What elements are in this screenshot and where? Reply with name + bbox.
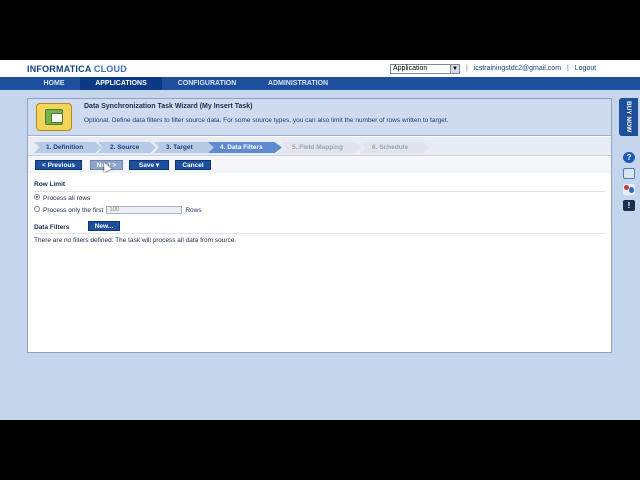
browser-viewport: INFORMATICA CLOUD Application ▼ | icstra…	[0, 60, 640, 420]
step-source[interactable]: 2. Source	[98, 142, 156, 153]
application-select-value: Application	[393, 65, 428, 72]
data-filters-heading: Data Filters	[34, 224, 70, 231]
no-filters-message: There are no filters defined. The task w…	[34, 237, 237, 244]
top-header: INFORMATICA CLOUD Application ▼ | icstra…	[0, 60, 640, 77]
informatica-cloud-logo: INFORMATICA CLOUD	[27, 64, 127, 74]
save-button[interactable]: Save ▾	[129, 160, 169, 170]
wizard-panel: Data Synchronization Task Wizard (My Ins…	[27, 98, 612, 353]
tab-administration[interactable]: ADMINISTRATION	[252, 77, 344, 90]
wizard-toolbar: < Previous Next > Save ▾ Cancel	[28, 157, 611, 173]
data-sync-icon-shape	[51, 113, 63, 123]
logo-product: CLOUD	[93, 64, 127, 74]
divider	[34, 233, 605, 234]
row-limit-heading: Row Limit	[34, 181, 66, 188]
separator: |	[466, 65, 468, 72]
process-all-rows-option[interactable]: Process all rows	[34, 194, 90, 204]
data-synchronization-icon	[36, 103, 72, 131]
step-target[interactable]: 3. Target	[154, 142, 216, 153]
rows-suffix-label: Rows	[185, 207, 202, 214]
step-schedule: 6. Schedule	[360, 142, 430, 153]
help-icon[interactable]: ?	[623, 152, 635, 163]
process-first-rows-option[interactable]: Process only the first 100 Rows	[34, 206, 202, 216]
alert-icon[interactable]: !	[623, 200, 635, 211]
process-first-radio[interactable]	[34, 206, 40, 213]
step-field-mapping: 5. Field Mapping	[280, 142, 362, 153]
logout-link[interactable]: Logout	[575, 65, 596, 72]
tab-home[interactable]: HOME	[28, 77, 80, 90]
tab-configuration[interactable]: CONFIGURATION	[162, 77, 252, 90]
user-area: | icstrainingstdc2@gmail.com | Logout	[466, 65, 600, 72]
divider	[34, 191, 605, 192]
new-filter-button[interactable]: New...	[88, 221, 120, 231]
wizard-description: Optional. Define data filters to filter …	[84, 117, 449, 124]
step-definition[interactable]: 1. Definition	[34, 142, 102, 153]
chevron-down-icon: ▼	[450, 65, 459, 73]
process-all-radio[interactable]	[34, 194, 40, 201]
previous-button[interactable]: < Previous	[35, 160, 82, 170]
application-select[interactable]: Application ▼	[390, 64, 460, 74]
user-email-link[interactable]: icstrainingstdc2@gmail.com	[474, 65, 561, 72]
buy-now-button[interactable]: BUY NOW	[619, 98, 638, 136]
process-first-label: Process only the first	[43, 207, 104, 214]
row-count-input[interactable]: 100	[106, 206, 183, 215]
wizard-title: Data Synchronization Task Wizard (My Ins…	[84, 103, 253, 110]
separator: |	[566, 65, 569, 72]
community-icon[interactable]	[623, 184, 635, 195]
cancel-button[interactable]: Cancel	[175, 160, 211, 170]
logo-brand: INFORMATICA	[27, 64, 92, 74]
wizard-header: Data Synchronization Task Wizard (My Ins…	[28, 99, 611, 136]
main-navigation: HOME APPLICATIONS CONFIGURATION ADMINIST…	[0, 77, 640, 90]
wizard-steps: 1. Definition 2. Source 3. Target 4. Dat…	[28, 137, 611, 156]
message-icon[interactable]	[623, 168, 635, 179]
tab-applications[interactable]: APPLICATIONS	[80, 77, 162, 90]
step-data-filters[interactable]: 4. Data Filters	[208, 142, 282, 153]
process-all-label: Process all rows	[43, 195, 91, 202]
